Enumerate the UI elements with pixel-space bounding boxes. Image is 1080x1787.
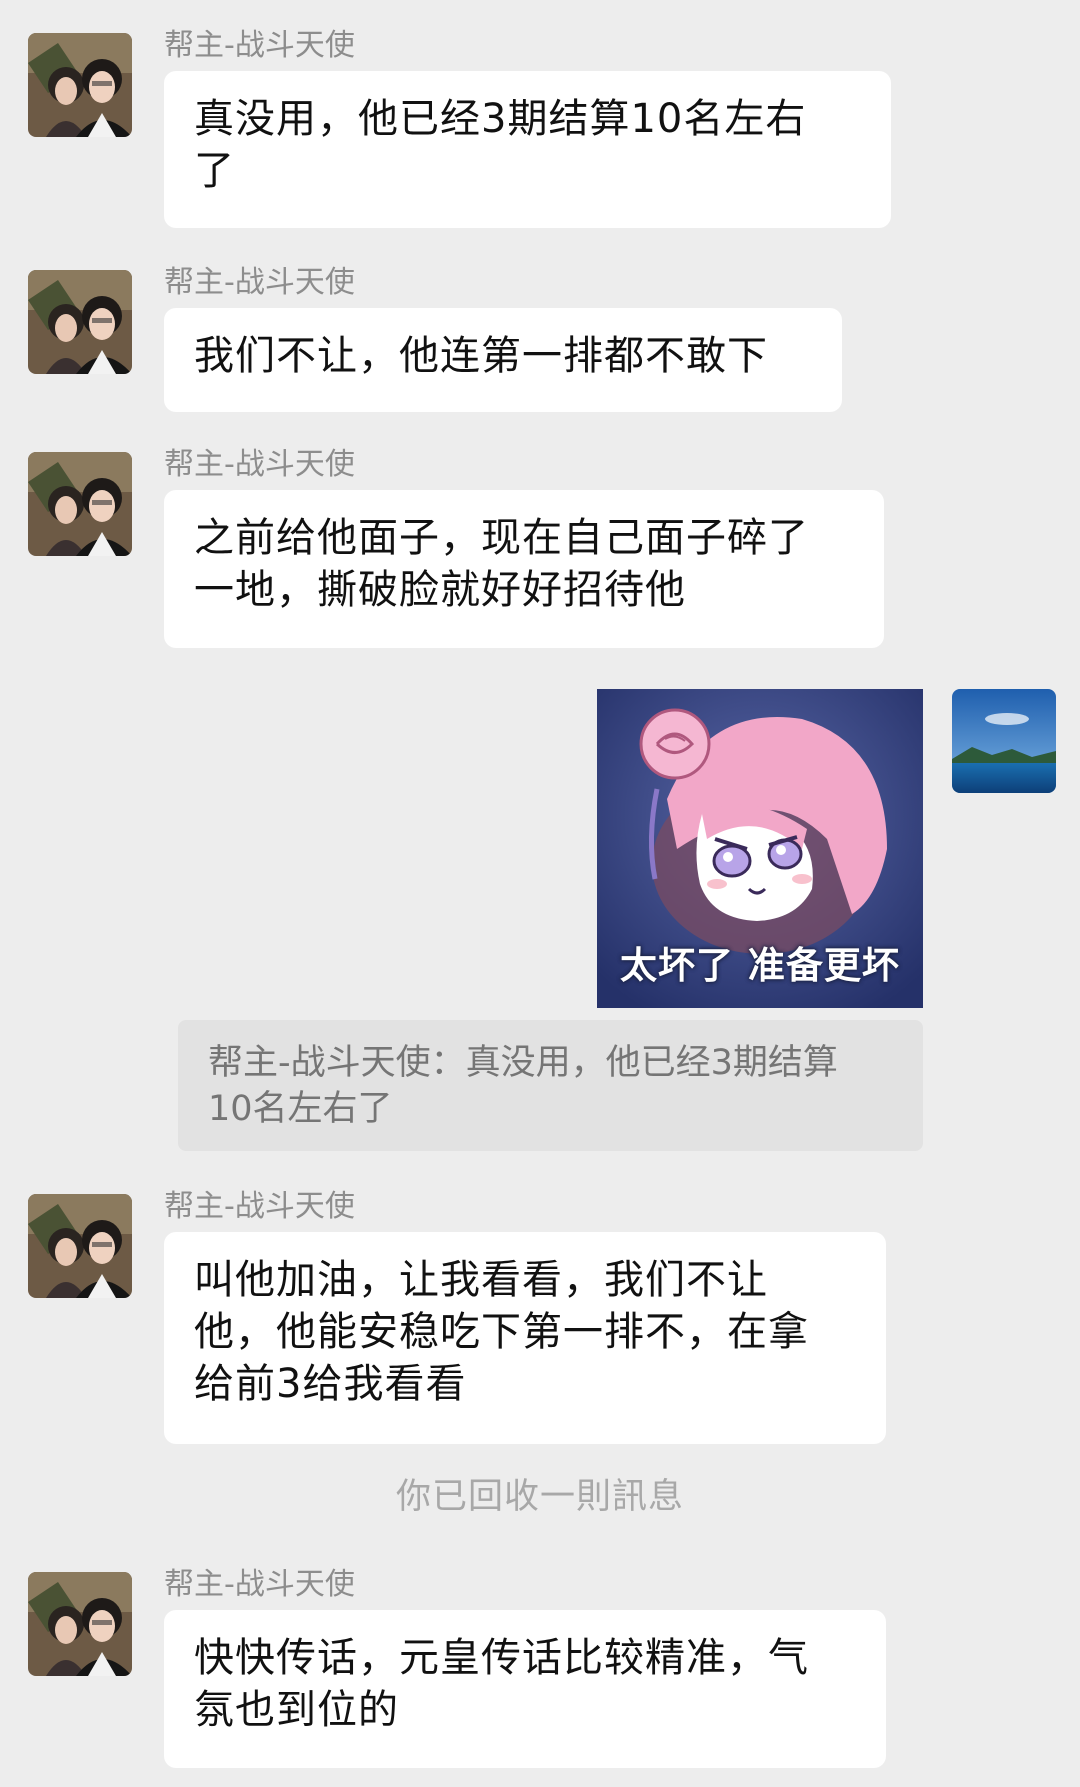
message-line: 给前3给我看看 xyxy=(194,1361,467,1407)
message-bubble[interactable]: 之前给他面子，现在自己面子碎了 一地，撕破脸就好好招待他 xyxy=(164,490,884,648)
quoted-message[interactable]: 帮主-战斗天使：真没用，他已经3期结算 10名左右了 xyxy=(178,1020,923,1151)
message-line: 了 xyxy=(194,148,235,194)
quote-line: 10名左右了 xyxy=(208,1089,393,1129)
message-item: 帮主-战斗天使 我们不让，他连第一排都不敢下 xyxy=(0,266,1080,412)
message-item: 帮主-战斗天使 真没用，他已经3期结算10名左右 了 xyxy=(0,29,1080,228)
couple-photo-avatar-icon xyxy=(28,33,132,137)
couple-photo-avatar-icon xyxy=(28,1194,132,1298)
contact-avatar[interactable] xyxy=(28,270,132,374)
message-line: 一地，撕破脸就好好招待他 xyxy=(194,567,686,613)
couple-photo-avatar-icon xyxy=(28,1572,132,1676)
message-bubble[interactable]: 叫他加油，让我看看，我们不让 他，他能安稳吃下第一排不，在拿 给前3给我看看 xyxy=(164,1232,886,1444)
chat-window: 帮主-战斗天使 真没用，他已经3期结算10名左右 了 帮主-战斗天使 我们不让，… xyxy=(0,0,1080,1787)
contact-avatar[interactable] xyxy=(28,1572,132,1676)
message-line: 真没用，他已经3期结算10名左右 xyxy=(194,96,807,142)
message-line: 我们不让，他连第一排都不敢下 xyxy=(194,333,768,379)
couple-photo-avatar-icon xyxy=(28,270,132,374)
message-bubble[interactable]: 我们不让，他连第一排都不敢下 xyxy=(164,308,842,412)
sender-name: 帮主-战斗天使 xyxy=(164,447,355,482)
sender-name: 帮主-战斗天使 xyxy=(164,265,355,300)
quote-line: 帮主-战斗天使：真没用，他已经3期结算 xyxy=(208,1043,838,1083)
recall-notice: 你已回收一則訊息 xyxy=(395,1477,684,1517)
contact-avatar[interactable] xyxy=(28,33,132,137)
message-item: 帮主-战斗天使 叫他加油，让我看看，我们不让 他，他能安稳吃下第一排不，在拿 给… xyxy=(0,1190,1080,1444)
contact-avatar[interactable] xyxy=(28,1194,132,1298)
message-line: 叫他加油，让我看看，我们不让 xyxy=(194,1257,768,1303)
sender-name: 帮主-战斗天使 xyxy=(164,1567,355,1602)
sea-landscape-avatar-icon xyxy=(952,689,1056,793)
message-item: 帮主-战斗天使 快快传话，元皇传话比较精准，气 氛也到位的 xyxy=(0,1568,1080,1768)
sender-name: 帮主-战斗天使 xyxy=(164,28,355,63)
sticker-image[interactable]: 太坏了 准备更坏 xyxy=(597,689,923,1008)
message-line: 快快传话，元皇传话比较精准，气 xyxy=(194,1635,809,1681)
contact-avatar[interactable] xyxy=(28,452,132,556)
message-item: 帮主-战斗天使 之前给他面子，现在自己面子碎了 一地，撕破脸就好好招待他 xyxy=(0,448,1080,648)
self-avatar[interactable] xyxy=(952,689,1056,793)
sender-name: 帮主-战斗天使 xyxy=(164,1189,355,1224)
message-line: 氛也到位的 xyxy=(194,1687,399,1733)
message-line: 之前给他面子，现在自己面子碎了 xyxy=(194,515,809,561)
sticker-caption: 太坏了 准备更坏 xyxy=(620,944,900,987)
message-bubble[interactable]: 快快传话，元皇传话比较精准，气 氛也到位的 xyxy=(164,1610,886,1768)
message-bubble[interactable]: 真没用，他已经3期结算10名左右 了 xyxy=(164,71,891,228)
couple-photo-avatar-icon xyxy=(28,452,132,556)
message-line: 他，他能安稳吃下第一排不，在拿 xyxy=(194,1309,809,1355)
